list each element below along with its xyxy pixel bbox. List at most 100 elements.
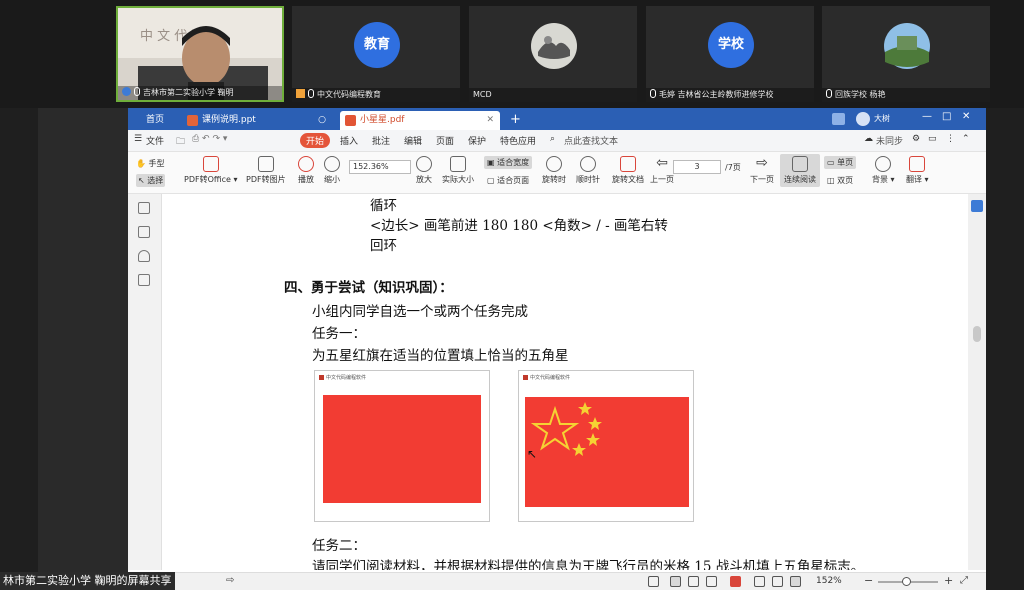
button-label: 缩小 (324, 175, 340, 184)
scrollbar-thumb[interactable] (973, 326, 981, 342)
button-label: 旋转时 (542, 175, 566, 184)
search-icon: ⌕ (550, 134, 556, 144)
zoom-select[interactable]: 152.36% (349, 160, 411, 174)
rotate-document-button[interactable]: 旋转文档 (612, 156, 644, 185)
more-icon[interactable]: ⋮ (946, 134, 955, 144)
menu-comment[interactable]: 批注 (372, 134, 390, 147)
tab-ppt[interactable]: 课例说明.ppt ○ (182, 111, 332, 130)
zoom-in-icon[interactable]: + (944, 574, 953, 587)
participant-tile-2[interactable]: 教育 中文代码编程教育 (292, 6, 460, 102)
menu-start[interactable]: 开始 (300, 133, 331, 148)
pen-icon[interactable] (138, 250, 150, 262)
window-layout-icon[interactable] (832, 113, 845, 125)
fullscreen-icon[interactable]: ⤢ (960, 575, 968, 586)
participant-name: 回族学校 杨艳 (835, 90, 886, 99)
zoom-out-button[interactable]: 缩小 (324, 156, 340, 185)
close-icon[interactable]: ○ (318, 111, 326, 130)
moon-icon (875, 156, 892, 172)
play-icon[interactable] (730, 576, 741, 587)
rotate-ccw-button[interactable]: 旋转时 (542, 156, 566, 185)
menu-features[interactable]: 特色应用 (500, 134, 536, 147)
hand-tool-label: 手型 (148, 159, 165, 168)
page-number-input[interactable]: 3 (673, 160, 721, 174)
eye-mode-icon[interactable] (648, 576, 659, 587)
continuous-reading-button[interactable]: 连续阅读 (780, 154, 820, 187)
actual-size-button[interactable]: 实际大小 (442, 156, 474, 185)
close-icon[interactable]: ✕ (486, 111, 494, 130)
new-tab-button[interactable]: + (506, 111, 521, 130)
side-panel (128, 194, 162, 570)
layout-icon-4[interactable] (754, 576, 765, 587)
toolbar-quick-icons[interactable]: ⎙ ↶ ↷ ▾ (192, 134, 227, 144)
layout-icon-2[interactable] (688, 576, 699, 587)
hand-tool[interactable]: ✋ 手型 (136, 158, 165, 169)
bookmark-icon[interactable] (138, 274, 150, 286)
double-page-button[interactable]: ◫ 双页 (824, 174, 856, 187)
vertical-scrollbar[interactable] (968, 194, 986, 570)
menu-file[interactable]: 文件 (146, 134, 164, 147)
doc-line-code: <边长> 画笔前进 180 180 <角数> / - 画笔右转 (370, 218, 668, 234)
menu-protect[interactable]: 保护 (468, 134, 486, 147)
share-left-margin (38, 108, 128, 572)
task2-heading: 任务二： (312, 538, 366, 554)
zoom-in-button[interactable]: 放大 (416, 156, 432, 185)
cloud-sync-icon: ☁ (864, 134, 873, 144)
screenshot-star-flag: 中文代码编程软件 ↖ (518, 370, 694, 522)
play-button[interactable]: 播放 (298, 156, 314, 185)
participant-tile-4[interactable]: 学校 毛婷 吉林省公主岭教师进修学校 (646, 6, 814, 102)
close-window-button[interactable]: ✕ (962, 111, 970, 122)
settings-icon[interactable]: ⚙ (912, 134, 920, 144)
annotate-button[interactable]: 翻译 ▾ (906, 156, 929, 185)
fit-page-button[interactable]: ▢ 适合页面 (484, 174, 532, 187)
single-page-button[interactable]: ▭ 单页 (824, 156, 857, 169)
menu-edit[interactable]: 编辑 (404, 134, 422, 147)
minimize-button[interactable]: — (922, 111, 932, 122)
layout-icon-6[interactable] (790, 576, 801, 587)
zoom-level[interactable]: 152% (816, 576, 842, 586)
next-page-button[interactable]: ⇨ 下一页 (750, 156, 774, 185)
participant-caption: MCD (469, 88, 637, 102)
menu-page[interactable]: 页面 (436, 134, 454, 147)
menu-hamburger-icon[interactable]: ☰ (134, 134, 142, 144)
zoom-slider-handle[interactable] (902, 577, 911, 586)
participant-tile-5[interactable]: 回族学校 杨艳 (822, 6, 990, 102)
thumbnails-icon[interactable] (138, 202, 150, 214)
select-tool[interactable]: ↖ 选择 (136, 174, 166, 187)
section-title: 四、勇于尝试（知识巩固）： (284, 280, 453, 296)
tab-label: 小星星.pdf (360, 115, 405, 125)
menu-insert[interactable]: 插入 (340, 134, 358, 147)
button-label: 双页 (837, 176, 854, 185)
continuous-icon (792, 156, 808, 172)
tab-label: 课例说明.ppt (202, 115, 256, 125)
pdf-to-office-button[interactable]: PDF转Office ▾ (184, 156, 238, 185)
user-name[interactable]: 大树 (874, 113, 890, 124)
sync-status[interactable]: 未同步 (876, 134, 903, 147)
translate-floating-icon[interactable] (971, 200, 983, 212)
tab-pdf[interactable]: 小星星.pdf ✕ (340, 111, 500, 130)
ribbon-toolbar: ✋ 手型 ↖ 选择 PDF转Office ▾ PDF转图片 播放 缩小 152.… (128, 152, 986, 194)
zoom-out-icon[interactable]: − (864, 574, 873, 587)
layout-icon-1[interactable] (670, 576, 681, 587)
image-panel-icon[interactable] (138, 226, 150, 238)
open-icon[interactable]: 🗀 (176, 134, 185, 150)
rotate-cw-button[interactable]: 顺时针 (576, 156, 600, 185)
participant-tile-1[interactable]: 中 文 代 码 吉林市第二实验小学 鞠明 (116, 6, 284, 102)
background-button[interactable]: 背景 ▾ (872, 156, 895, 185)
comment-icon[interactable]: ▭ (928, 134, 937, 144)
collapse-ribbon-icon[interactable]: ⌃ (962, 134, 970, 144)
avatar: 教育 (354, 22, 400, 68)
layout-icon-5[interactable] (772, 576, 783, 587)
button-label: 旋转文档 (612, 175, 644, 184)
participant-tile-3[interactable]: MCD (469, 6, 637, 102)
fit-width-button[interactable]: ▣ 适合宽度 (484, 156, 533, 169)
user-avatar-icon[interactable] (856, 112, 870, 126)
screen-share: 首页 课例说明.ppt ○ 小星星.pdf ✕ + 大树 — □ ✕ ☰ 文件 🗀 … (38, 108, 986, 590)
search-text-input[interactable]: 点此查找文本 (564, 134, 618, 147)
prev-page-button[interactable]: ⇦ 上一页 (650, 156, 674, 185)
avatar (531, 23, 577, 69)
maximize-button[interactable]: □ (942, 111, 951, 122)
layout-icon-3[interactable] (706, 576, 717, 587)
share-control-icon[interactable]: ⇨ (226, 575, 234, 586)
tab-home[interactable]: 首页 (136, 111, 164, 130)
pdf-to-image-button[interactable]: PDF转图片 (246, 156, 286, 185)
